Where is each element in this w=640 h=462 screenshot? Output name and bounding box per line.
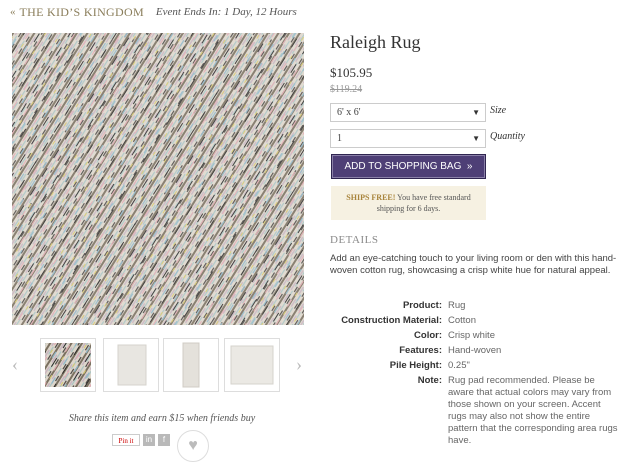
chevron-right-icon[interactable]: ›: [296, 354, 302, 374]
thumbnail-strip: ‹ ›: [10, 338, 310, 392]
spec-value: Rug: [448, 300, 466, 311]
product-price: $105.95: [330, 65, 373, 80]
double-chevron-left-icon: «: [10, 6, 16, 18]
spec-key: Note:: [417, 375, 442, 386]
details-heading: DETAILS: [330, 234, 379, 246]
add-to-bag-button[interactable]: ADD TO SHOPPING BAG »: [331, 154, 486, 179]
spec-value: Hand-woven: [448, 345, 502, 356]
back-link[interactable]: « THE KID’S KINGDOM: [10, 5, 144, 20]
spec-row: Product: Rug: [330, 300, 620, 312]
size-label: Size: [490, 105, 507, 116]
spec-value: Crisp white: [448, 330, 495, 341]
linkedin-icon[interactable]: in: [143, 434, 155, 446]
social-buttons: Pin it in f ♥: [112, 430, 209, 462]
spec-row: Construction Material: Cotton: [330, 315, 620, 327]
thumbnail-2[interactable]: [103, 338, 159, 392]
heart-icon[interactable]: ♥: [177, 430, 209, 462]
product-description: Add an eye-catching touch to your living…: [330, 253, 617, 276]
facebook-icon[interactable]: f: [158, 434, 170, 446]
top-bar: « THE KID’S KINGDOM Event Ends In: 1 Day…: [10, 4, 297, 20]
share-text: Share this item and earn $15 when friend…: [68, 413, 256, 424]
quantity-select-value: 1: [337, 133, 342, 144]
product-old-price: $119.24: [330, 84, 363, 95]
event-countdown: Event Ends In: 1 Day, 12 Hours: [155, 6, 297, 18]
caret-down-icon: ▼: [472, 134, 480, 143]
spec-row: Features: Hand-woven: [330, 345, 620, 357]
pinterest-icon[interactable]: Pin it: [112, 434, 140, 446]
caret-down-icon: ▼: [472, 108, 480, 117]
add-to-bag-label: ADD TO SHOPPING BAG: [344, 161, 462, 172]
back-link-label: THE KID’S KINGDOM: [19, 4, 144, 19]
spec-row: Pile Height: 0.25": [330, 360, 620, 372]
size-select-value: 6' x 6': [337, 107, 361, 118]
spec-key: Pile Height:: [389, 360, 442, 371]
quantity-label: Quantity: [490, 131, 525, 142]
spec-key: Product:: [402, 300, 442, 311]
double-chevron-right-icon: »: [464, 161, 473, 172]
size-select[interactable]: 6' x 6' ▼: [330, 103, 486, 122]
spec-value: Cotton: [448, 315, 476, 326]
spec-key: Features:: [399, 345, 442, 356]
thumbnail-3[interactable]: [163, 338, 219, 392]
chevron-left-icon[interactable]: ‹: [12, 354, 18, 374]
spec-key: Color:: [414, 330, 442, 341]
spec-row: Color: Crisp white: [330, 330, 620, 342]
quantity-select[interactable]: 1 ▼: [330, 129, 486, 148]
spec-row: Note: Rug pad recommended. Please be awa…: [330, 375, 620, 447]
product-main-image[interactable]: [12, 33, 304, 325]
thumbnail-4[interactable]: [224, 338, 280, 392]
spec-key: Construction Material:: [341, 315, 442, 326]
ships-free-label: SHIPS FREE!: [346, 193, 396, 202]
spec-value: 0.25": [448, 360, 470, 371]
shipping-notice: SHIPS FREE! You have free standard shipp…: [331, 186, 486, 220]
spec-value: Rug pad recommended. Please be aware tha…: [448, 375, 618, 446]
thumbnail-1[interactable]: [40, 338, 96, 392]
product-title: Raleigh Rug: [330, 32, 421, 52]
